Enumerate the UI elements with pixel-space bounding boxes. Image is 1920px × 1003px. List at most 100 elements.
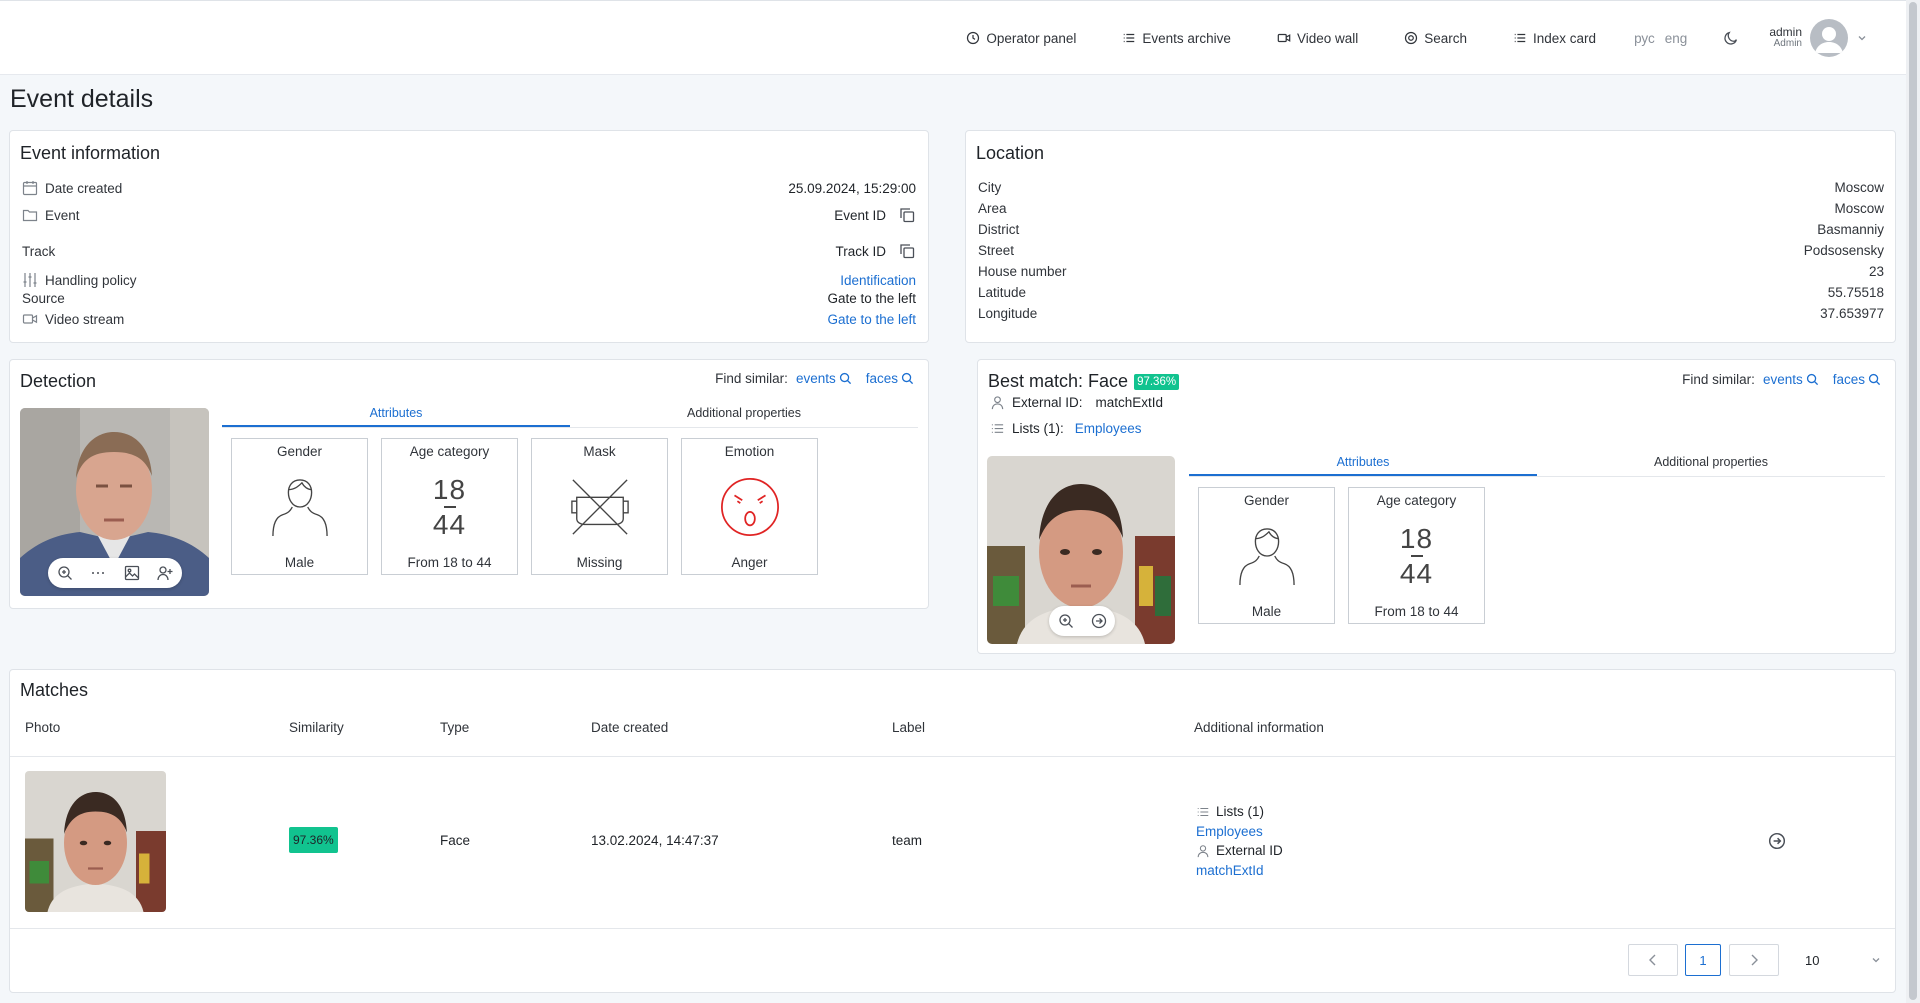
age-max: 44 — [1399, 557, 1434, 589]
nav-events-archive[interactable]: Events archive — [1122, 31, 1231, 46]
age-graphic: 18 44 — [433, 475, 466, 539]
policy-link[interactable]: Identification — [840, 273, 916, 288]
event-id-wrap: Event ID — [834, 206, 916, 224]
search-icon — [901, 372, 914, 385]
track-row: Track Track ID — [22, 242, 916, 260]
stream-label: Video stream — [45, 311, 125, 327]
lang-ru[interactable]: рус — [1634, 31, 1655, 46]
find-similar-events-link[interactable]: events — [1763, 372, 1819, 387]
faces-link-label: faces — [865, 371, 898, 386]
age-graphic: 18 44 — [1399, 522, 1434, 589]
emotion-value: Anger — [731, 555, 768, 570]
find-similar-faces-link[interactable]: faces — [1833, 372, 1881, 387]
arrow-circle-right-icon[interactable] — [1091, 613, 1107, 629]
gender-value: Male — [284, 555, 315, 570]
emotion-title: Emotion — [724, 444, 775, 459]
lists-row: Lists (1): Employees — [990, 421, 1883, 436]
stream-link[interactable]: Gate to the left — [827, 312, 916, 327]
lists-link-employees[interactable]: Employees — [1075, 421, 1142, 436]
location-row: House number 23 — [978, 264, 1884, 279]
faces-link-label: faces — [1832, 372, 1865, 387]
date-created-value: 25.09.2024, 15:29:00 — [788, 180, 916, 196]
policy-row: Handling policy Identification — [22, 272, 916, 288]
track-id-wrap: Track ID — [836, 242, 917, 260]
copy-icon[interactable] — [898, 242, 916, 260]
col-type: Type — [440, 720, 470, 735]
events-link-label: events — [1762, 372, 1803, 387]
age-title: Age category — [409, 444, 490, 459]
user-menu[interactable]: admin Admin — [1769, 19, 1868, 57]
moon-icon[interactable] — [1723, 30, 1739, 46]
video-camera-icon — [1277, 33, 1291, 43]
gender-title: Gender — [1243, 493, 1290, 508]
match-type: Face — [440, 833, 471, 848]
mask-title: Mask — [583, 444, 616, 459]
best-match-tabs: Attributes Additional properties — [1189, 453, 1885, 477]
find-similar-faces-link[interactable]: faces — [866, 371, 914, 386]
lang-en[interactable]: eng — [1665, 31, 1688, 46]
nav-video-wall-label: Video wall — [1296, 30, 1359, 46]
scrollbar-thumb[interactable] — [1909, 2, 1917, 1000]
nav-index-card[interactable]: Index card — [1513, 31, 1596, 46]
emotion-graphic — [715, 472, 785, 542]
location-row-value: Moscow — [1834, 180, 1884, 195]
avatar[interactable] — [1810, 19, 1848, 57]
pager-prev-button[interactable] — [1628, 944, 1678, 976]
chevron-down-icon — [1872, 958, 1880, 963]
age-attribute: Age category 18 44 From 18 to 44 — [381, 438, 518, 575]
match-external-id-link[interactable]: matchExtId — [1196, 861, 1283, 881]
detection-photo[interactable] — [20, 408, 209, 596]
tab-attributes[interactable]: Attributes — [222, 404, 570, 427]
zoom-in-icon[interactable] — [57, 565, 73, 581]
match-lists-label: Lists (1) — [1216, 804, 1265, 819]
best-match-photo[interactable] — [987, 456, 1175, 644]
col-date-created: Date created — [591, 720, 669, 735]
list-icon — [991, 424, 1004, 433]
pager-page-current[interactable]: 1 — [1685, 944, 1721, 976]
top-bar: Operator panel Events archive Video wall… — [0, 0, 1906, 75]
location-row: Longitude 37.653977 — [978, 306, 1884, 321]
nav-video-wall[interactable]: Video wall — [1277, 31, 1358, 46]
tab-additional-properties[interactable]: Additional properties — [570, 404, 918, 427]
location-row-label: Latitude — [978, 285, 1027, 300]
more-icon[interactable] — [90, 565, 106, 581]
page-size-select[interactable]: 10 — [1790, 944, 1890, 976]
list-icon — [1124, 33, 1135, 43]
events-link-label: events — [795, 371, 836, 386]
find-similar-label: Find similar: — [1682, 372, 1755, 387]
copy-icon[interactable] — [898, 206, 916, 224]
location-row: District Basmanniy — [978, 222, 1884, 237]
source-label: Source — [22, 291, 65, 306]
age-min: 18 — [1399, 522, 1434, 554]
tab-additional-properties[interactable]: Additional properties — [1537, 453, 1885, 476]
age-value: From 18 to 44 — [407, 555, 492, 570]
location-title: Location — [976, 143, 1045, 163]
match-lists-link[interactable]: Employees — [1196, 822, 1283, 842]
nav-operator-panel[interactable]: Operator panel — [966, 31, 1076, 46]
location-row-label: House number — [978, 264, 1067, 279]
calendar-icon — [22, 181, 38, 196]
clock-icon — [967, 31, 980, 45]
col-additional-info: Additional information — [1194, 720, 1324, 735]
add-user-icon[interactable] — [157, 565, 173, 581]
mask-attribute: Mask Missing — [531, 438, 668, 575]
emotion-attribute: Emotion Anger — [681, 438, 818, 575]
page-scrollbar[interactable] — [1906, 0, 1920, 1003]
anger-face-icon — [720, 478, 779, 536]
mask-graphic — [565, 472, 635, 542]
event-label: Event — [45, 207, 80, 223]
find-similar-events-link[interactable]: events — [796, 371, 852, 386]
tab-attributes[interactable]: Attributes — [1189, 453, 1537, 476]
zoom-in-icon[interactable] — [1058, 613, 1074, 629]
page-size-value: 10 — [1805, 952, 1820, 968]
location-card: Location City Moscow Area Moscow District Bas… — [965, 130, 1896, 343]
nav-search[interactable]: Search — [1404, 31, 1467, 46]
pager-next-button[interactable] — [1729, 944, 1779, 976]
age-title: Age category — [1376, 493, 1457, 508]
user-avatar-icon — [1815, 27, 1843, 53]
image-icon[interactable] — [124, 565, 140, 581]
arrow-circle-right-icon[interactable] — [1768, 832, 1786, 850]
gender-graphic — [265, 472, 335, 542]
match-photo[interactable] — [25, 771, 166, 912]
location-row-value: 55.75518 — [1827, 285, 1884, 300]
